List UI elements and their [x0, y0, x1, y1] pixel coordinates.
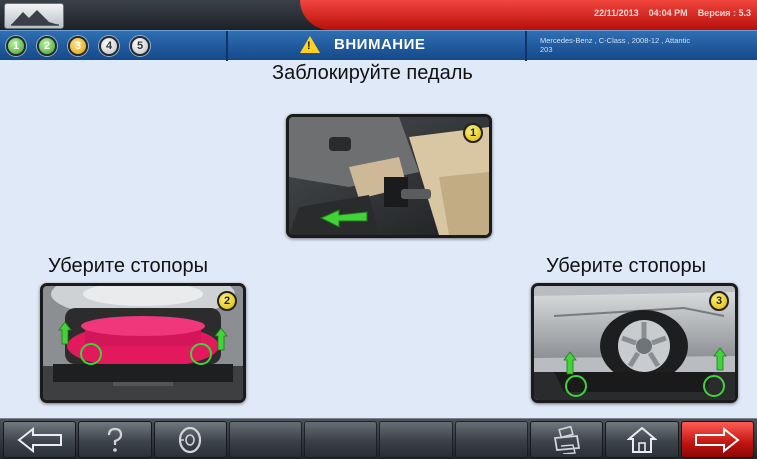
back-arrow-icon: [17, 426, 62, 453]
toolbar-blank-button-4: [454, 421, 529, 458]
instruction-lock-pedal: Заблокируйте педаль: [272, 62, 473, 84]
help-button[interactable]: [78, 421, 152, 458]
toolbar-blank-button-2: [304, 421, 378, 458]
step-bar: 1 2 3 4 5 ! ВНИМАНИЕ Mercedes-Benz , C-C…: [0, 30, 757, 61]
step-4-indicator: 4: [99, 36, 119, 56]
home-button[interactable]: [605, 421, 679, 458]
rear-turntable-photo: 3: [531, 283, 738, 403]
step-5-indicator: 5: [130, 36, 150, 56]
brake-pedal-image: [289, 117, 489, 235]
divider: [226, 31, 228, 61]
next-arrow-icon: [695, 426, 740, 453]
instruction-remove-pins-front: Уберите стопоры: [48, 255, 209, 277]
step-1-indicator: 1: [6, 36, 26, 56]
warning-icon: !: [300, 36, 320, 53]
back-button[interactable]: [3, 421, 77, 458]
tire-icon: [179, 426, 202, 453]
toolbar-blank-button-1: [228, 421, 303, 458]
vehicle-info: Mercedes-Benz , C-Class , 2008-12 , Atta…: [540, 36, 755, 54]
instruction-remove-pins-rear: Уберите стопоры: [546, 255, 707, 277]
step-3-indicator: 3: [68, 36, 88, 56]
header-date: 22/11/2013: [594, 8, 639, 18]
divider: [525, 31, 527, 61]
header-version: Версия : 5.3: [697, 8, 751, 18]
home-icon: [627, 426, 658, 453]
step-2-indicator: 2: [37, 36, 57, 56]
warning-title: ВНИМАНИЕ: [334, 36, 426, 53]
vehicle-line-1: Mercedes-Benz , C-Class , 2008-12 , Atta…: [540, 36, 691, 45]
top-bar: 22/11/2013 04:04 PM Версия : 5.3: [0, 0, 757, 30]
print-icon: [553, 425, 580, 454]
brake-pedal-photo: 1: [286, 114, 492, 238]
toolbar-blank-button-3: [379, 421, 453, 458]
print-button[interactable]: [530, 421, 604, 458]
tire-button[interactable]: [153, 421, 227, 458]
step-indicators: 1 2 3 4 5: [6, 36, 150, 56]
front-turntable-photo: 2: [40, 283, 246, 403]
photo-badge-2: 2: [217, 291, 237, 311]
header-info: 22/11/2013 04:04 PM Версия : 5.3: [594, 8, 751, 18]
next-button[interactable]: [680, 421, 754, 458]
photo-badge-3: 3: [709, 291, 729, 311]
warning-banner: ! ВНИМАНИЕ: [300, 36, 425, 53]
help-icon: [107, 427, 123, 452]
bottom-toolbar: [0, 418, 757, 459]
vehicle-line-2: 203: [540, 45, 553, 54]
rear-turntable-image: [534, 286, 735, 400]
photo-badge-1: 1: [463, 123, 483, 143]
app-logo: [4, 3, 64, 29]
front-turntable-image: [43, 286, 243, 400]
header-time: 04:04 PM: [648, 8, 688, 18]
